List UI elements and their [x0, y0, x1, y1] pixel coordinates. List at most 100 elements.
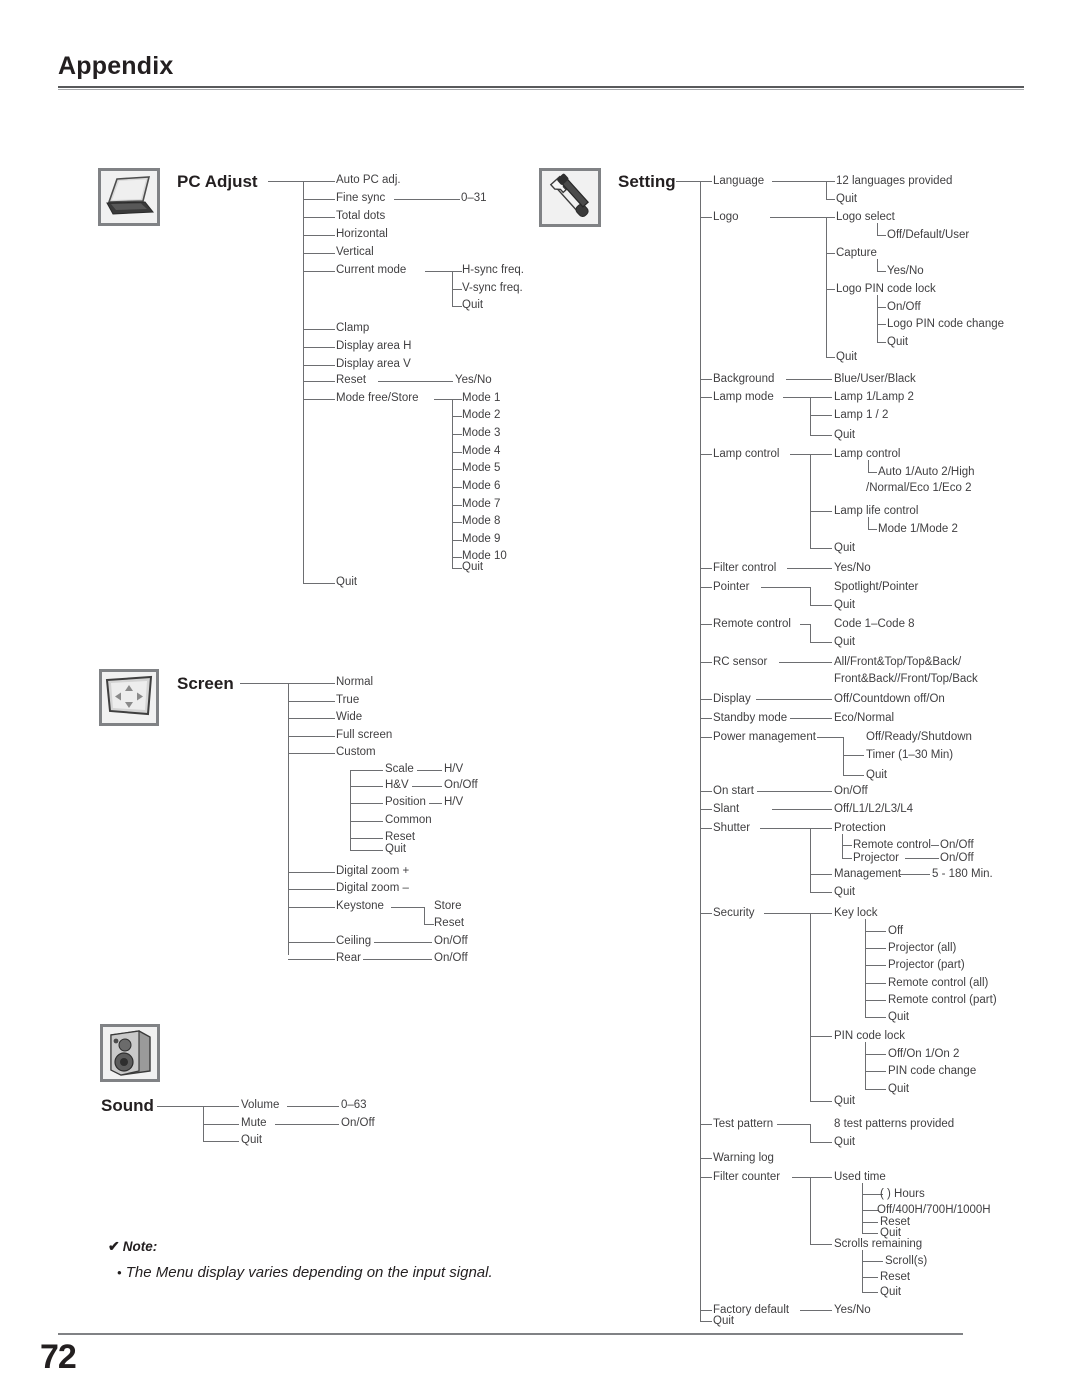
- connector: [810, 435, 832, 436]
- connector: [786, 379, 832, 380]
- connector: [810, 828, 832, 829]
- tree-node: Mode 1/Mode 2: [878, 523, 958, 535]
- tree-node: Shutter: [713, 822, 751, 834]
- tree-node: 0–63: [341, 1099, 367, 1111]
- connector: [817, 737, 844, 738]
- connector: [452, 452, 462, 453]
- tree-node: Filter counter: [713, 1171, 781, 1183]
- connector: [810, 548, 832, 549]
- connector: [303, 181, 304, 583]
- tree-node: Front&Back//Front/Top/Back: [834, 673, 978, 685]
- tree-node: Remote control: [853, 839, 931, 851]
- connector: [810, 624, 811, 642]
- connector: [303, 583, 335, 584]
- connector: [865, 948, 886, 949]
- connector: [764, 913, 811, 914]
- connector: [865, 1000, 886, 1001]
- tree-node: Mode 8: [462, 515, 501, 527]
- tree-node: 0–31: [461, 192, 487, 204]
- connector: [810, 913, 811, 1101]
- tree-node: Current mode: [336, 264, 407, 276]
- connector: [452, 505, 462, 506]
- connector: [417, 770, 442, 771]
- connector: [877, 235, 886, 236]
- setting-icon: [539, 168, 601, 227]
- tree-node: On/Off: [940, 839, 974, 851]
- connector: [429, 803, 442, 804]
- tree-node: 8 test patterns provided: [834, 1118, 955, 1130]
- connector: [826, 181, 835, 182]
- connector: [700, 217, 712, 218]
- connector: [865, 983, 886, 984]
- tree-node: Quit: [834, 636, 856, 648]
- connector: [157, 1106, 239, 1107]
- tree-node: Warning log: [713, 1152, 774, 1164]
- tree-node: Auto PC adj.: [336, 174, 401, 186]
- tree-node: Eco/Normal: [834, 712, 895, 724]
- tree-node: Power management: [713, 731, 816, 743]
- connector: [810, 415, 832, 416]
- connector: [826, 357, 835, 358]
- tree-node: Clamp: [336, 322, 370, 334]
- header-divider: [58, 86, 1024, 90]
- tree-node: Display area H: [336, 340, 412, 352]
- connector: [700, 379, 712, 380]
- connector: [700, 181, 712, 182]
- connector: [810, 892, 832, 893]
- connector: [700, 568, 712, 569]
- connector: [452, 306, 462, 307]
- note-label: Note:: [122, 1239, 158, 1254]
- connector: [288, 718, 335, 719]
- connector: [700, 454, 712, 455]
- note-heading: ✔ Note:: [108, 1238, 578, 1255]
- tree-node: On/Off: [887, 301, 921, 313]
- connector: [303, 347, 335, 348]
- bullet-icon: •: [117, 1265, 122, 1280]
- connector: [394, 199, 460, 200]
- tree-node: Quit: [887, 336, 909, 348]
- connector: [203, 1141, 239, 1142]
- tree-node: Quit: [336, 576, 358, 588]
- connector: [391, 907, 425, 908]
- connector: [862, 1233, 878, 1234]
- tree-node: Reset: [880, 1271, 911, 1283]
- tree-node: Display: [713, 693, 751, 705]
- connector: [700, 1124, 712, 1125]
- connector: [783, 397, 811, 398]
- setting-title: Setting: [618, 172, 676, 191]
- connector: [810, 1101, 832, 1102]
- tree-node: Mode 1: [462, 392, 501, 404]
- tree-node: Off/Default/User: [887, 229, 970, 241]
- tree-node: V-sync freq.: [462, 282, 523, 294]
- tree-node: Mode 2: [462, 409, 501, 421]
- connector: [899, 874, 930, 875]
- tree-node: Quit: [880, 1286, 902, 1298]
- connector: [862, 1250, 863, 1292]
- tree-node: H-sync freq.: [462, 264, 524, 276]
- tree-node: Scale: [385, 763, 414, 775]
- connector: [865, 965, 886, 966]
- connector: [877, 307, 886, 308]
- tree-node: Remote control (part): [888, 994, 997, 1006]
- connector: [810, 1177, 832, 1178]
- tree-node: Mute: [241, 1117, 267, 1129]
- connector: [862, 1292, 878, 1293]
- connector: [790, 454, 811, 455]
- connector: [452, 289, 462, 290]
- connector: [800, 1310, 832, 1311]
- tree-node: Blue/User/Black: [834, 373, 916, 385]
- connector: [826, 181, 827, 199]
- connector: [862, 1222, 878, 1223]
- connector: [772, 809, 832, 810]
- tree-node: Reset: [434, 917, 465, 929]
- connector: [452, 416, 462, 417]
- tree-node: RC sensor: [713, 656, 768, 668]
- connector: [303, 271, 335, 272]
- tree-node: Lamp life control: [834, 505, 919, 517]
- connector: [810, 913, 832, 914]
- connector: [303, 199, 335, 200]
- sound-icon: [100, 1024, 160, 1082]
- connector: [452, 469, 462, 470]
- connector: [862, 1210, 878, 1211]
- tree-node: Management: [834, 868, 902, 880]
